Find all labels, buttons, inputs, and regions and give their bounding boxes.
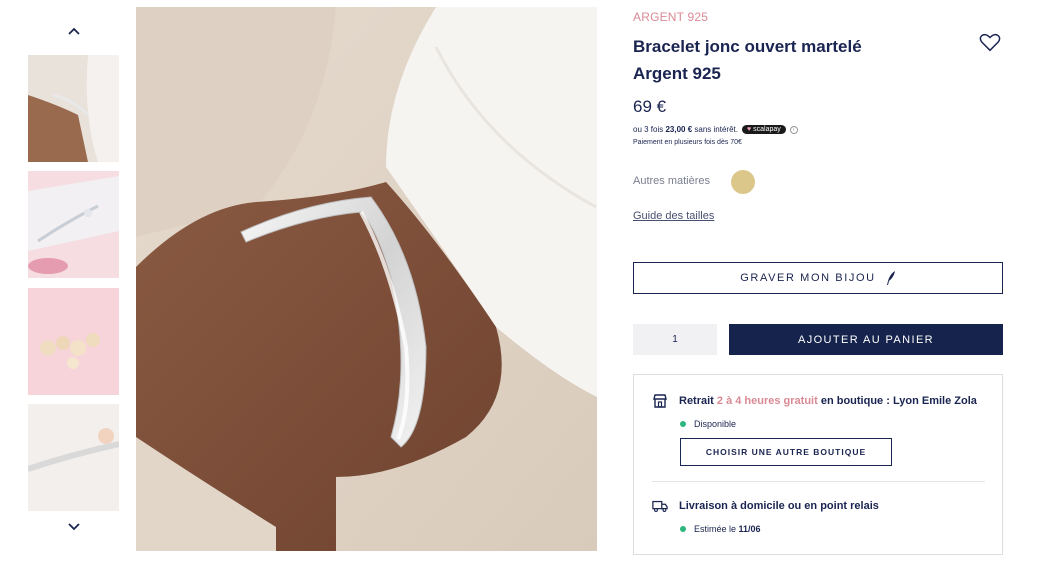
chevron-down-icon [68,523,80,531]
heart-icon: ♥ [746,126,752,133]
home-delivery-title: Livraison à domicile ou en point relais [679,500,879,512]
pickup-status: Disponible [680,419,736,429]
pickup-title: Retrait 2 à 4 heures gratuit en boutique… [679,395,977,407]
quantity-input[interactable] [633,324,717,355]
product-brand: ARGENT 925 [633,10,709,24]
product-price: 69 € [633,97,667,116]
scalapay-label: scalapay [753,126,781,133]
thumbnail-2[interactable] [28,171,119,278]
installments-info: ou 3 fois 23,00 € sans intérêt. ♥ scalapa… [633,125,798,134]
home-delivery-status: Estimée le 11/06 [680,524,761,534]
heart-icon [979,33,1001,52]
main-product-image[interactable] [136,7,597,551]
pickup-title-suffix: en boutique : Lyon Emile Zola [817,395,977,407]
engrave-button[interactable]: GRAVER MON BIJOU [633,262,1003,294]
delivery-options-box: Retrait 2 à 4 heures gratuit en boutique… [633,374,1003,555]
product-title: Bracelet jonc ouvert martelé Argent 925 [633,37,862,83]
material-swatch-gold[interactable] [731,170,755,194]
availability-dot [680,421,686,427]
truck-icon [652,500,668,512]
engrave-label: GRAVER MON BIJOU [740,272,876,284]
pickup-title-accent: 2 à 4 heures gratuit [716,395,818,407]
thumbnail-4[interactable] [28,404,119,511]
thumbnails-next-button[interactable] [64,519,84,535]
installments-suffix: sans intérêt. [692,125,738,134]
add-to-wishlist-button[interactable] [979,32,1001,52]
choose-another-store-button[interactable]: CHOISIR UNE AUTRE BOUTIQUE [680,438,892,466]
info-icon[interactable]: i [789,125,798,134]
thumbnails-prev-button[interactable] [64,23,84,39]
other-materials-label: Autres matières [633,175,711,187]
chevron-up-icon [68,27,80,35]
size-guide-link[interactable]: Guide des tailles [633,210,714,222]
thumbnail-3[interactable] [28,288,119,395]
store-icon [653,394,667,408]
thumbnail-1[interactable] [28,55,119,162]
scalapay-badge[interactable]: ♥ scalapay [741,125,786,134]
add-to-cart-button[interactable]: AJOUTER AU PANIER [729,324,1003,355]
feather-pen-icon [886,271,895,285]
availability-dot [680,526,686,532]
estimate-date: 11/06 [738,524,761,534]
pickup-title-prefix: Retrait [679,395,717,407]
installments-prefix: ou 3 fois [633,125,666,134]
estimate-prefix: Estimée le [694,524,739,534]
installments-amount: 23,00 € [665,125,693,134]
pickup-status-text: Disponible [694,419,737,429]
divider [652,481,985,482]
payment-note: Paiement en plusieurs fois dès 70€ [633,139,742,146]
